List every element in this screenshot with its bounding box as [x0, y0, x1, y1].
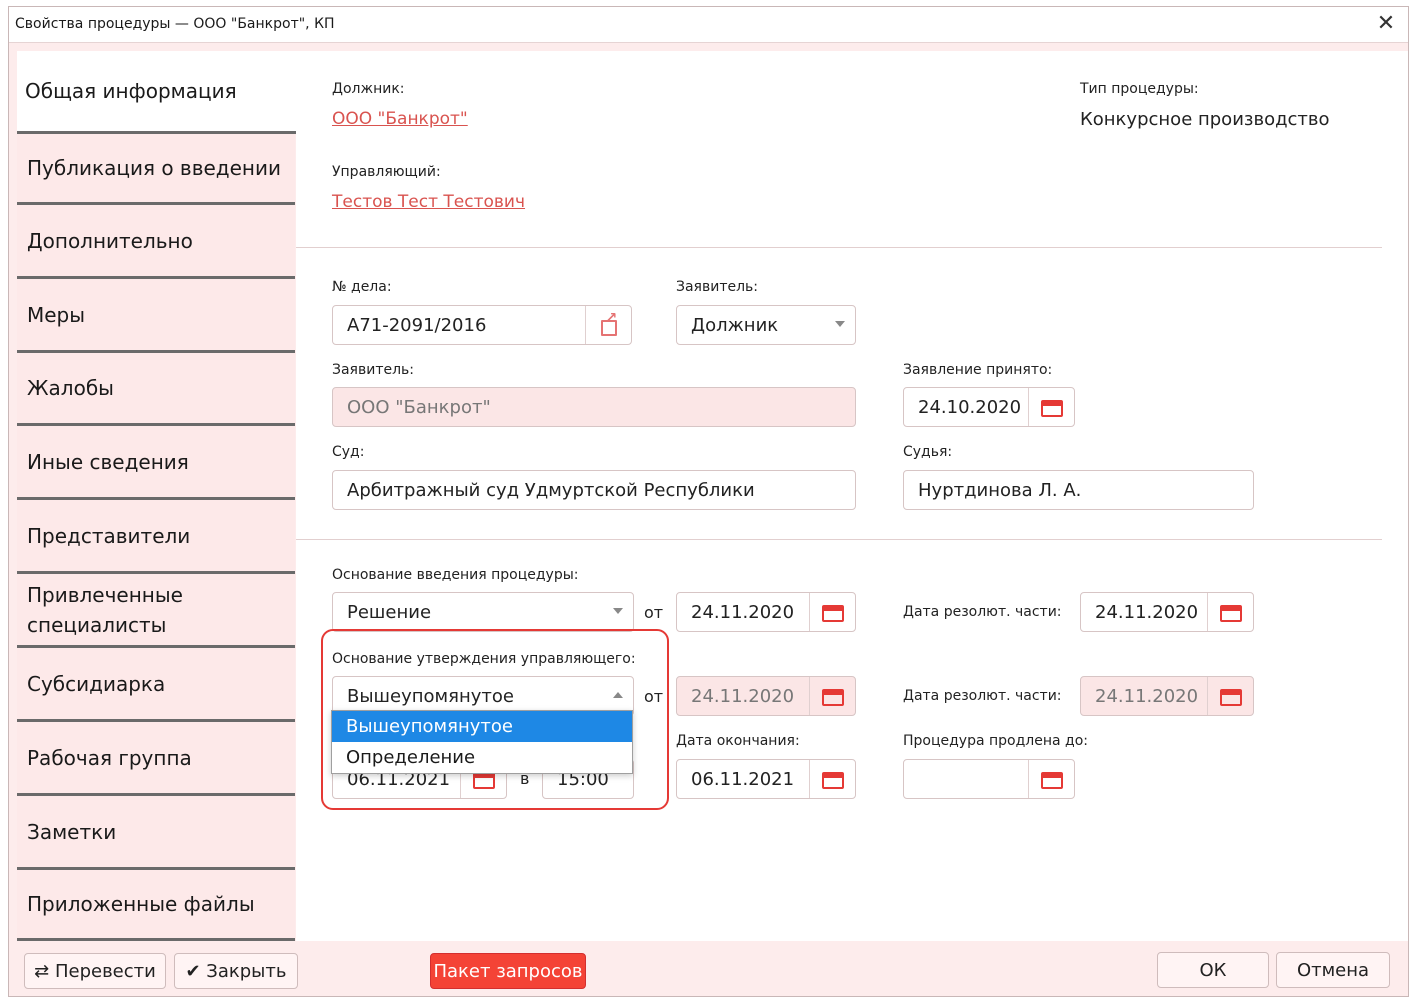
approval-date-field: 24.11.2020: [676, 676, 856, 716]
calendar-button[interactable]: [809, 760, 855, 798]
applicant-value: ООО "Банкрот": [347, 396, 491, 418]
approval-basis-dropdown: Вышеупомянутое Определение: [331, 710, 633, 774]
tab-label: Меры: [27, 302, 86, 327]
applicant-field: ООО "Банкрот": [332, 387, 856, 427]
intro-resol-date-value: 24.11.2020: [1095, 601, 1199, 623]
chevron-down-icon: [835, 321, 845, 327]
intro-basis-select[interactable]: Решение: [332, 592, 634, 632]
case-no-value: А71-2091/2016: [347, 314, 487, 336]
separator: [296, 247, 1382, 248]
tab-label: Публикация о введении: [27, 156, 282, 180]
end-date-label: Дата окончания:: [676, 733, 800, 749]
dropdown-option[interactable]: Определение: [332, 742, 632, 773]
intro-basis-value: Решение: [347, 601, 432, 623]
calendar-icon: [821, 769, 844, 789]
court-field[interactable]: Арбитражный суд Удмуртской Республики: [332, 470, 856, 510]
procedure-type-label: Тип процедуры:: [1080, 81, 1199, 97]
close-procedure-button[interactable]: ✔ Закрыть: [174, 953, 298, 989]
tab-label: Общая информация: [25, 79, 237, 103]
tab-label: Субсидиарка: [27, 671, 166, 696]
calendar-icon: [821, 686, 844, 706]
external-link-icon: [600, 310, 618, 336]
accepted-date-value: 24.10.2020: [918, 396, 1022, 418]
tab-label: Иные сведения: [27, 449, 189, 474]
end-date-field[interactable]: 06.11.2021: [676, 759, 856, 799]
calendar-button[interactable]: [1028, 388, 1074, 426]
tab-specialists[interactable]: Привлеченные специалисты: [17, 574, 295, 648]
tab-label: Представители: [27, 523, 191, 548]
judge-value: Нуртдинова Л. А.: [918, 479, 1082, 501]
intro-date-value: 24.11.2020: [691, 601, 795, 623]
tab-additional[interactable]: Дополнительно: [17, 205, 295, 279]
dropdown-option[interactable]: Вышеупомянутое: [332, 711, 632, 742]
intro-resol-date-field[interactable]: 24.11.2020: [1080, 592, 1254, 632]
tab-publication[interactable]: Публикация о введении: [17, 134, 295, 205]
calendar-button[interactable]: [809, 677, 855, 715]
cancel-button[interactable]: Отмена: [1276, 952, 1390, 988]
debtor-label: Должник:: [332, 81, 405, 97]
tab-attachments[interactable]: Приложенные файлы: [17, 870, 295, 941]
calendar-button[interactable]: [1207, 677, 1253, 715]
judge-label: Судья:: [903, 444, 953, 460]
tab-label: Привлеченные специалисты: [27, 582, 183, 637]
calendar-icon: [1219, 686, 1242, 706]
end-date-value: 06.11.2021: [691, 768, 795, 790]
calendar-button[interactable]: [809, 593, 855, 631]
calendar-button[interactable]: [1028, 760, 1074, 798]
dialog-window: Свойства процедуры — ООО "Банкрот", КП ✕…: [8, 6, 1409, 997]
accepted-label: Заявление принято:: [903, 362, 1053, 378]
title-bar: Свойства процедуры — ООО "Банкрот", КП ✕: [9, 7, 1408, 43]
calendar-button[interactable]: [1207, 593, 1253, 631]
separator: [296, 539, 1382, 540]
chevron-down-icon: [613, 608, 623, 614]
manager-label: Управляющий:: [332, 164, 441, 180]
transfer-button[interactable]: ⇄ Перевести: [24, 953, 166, 989]
tab-other-info[interactable]: Иные сведения: [17, 426, 295, 500]
tab-subsidiary[interactable]: Субсидиарка: [17, 648, 295, 722]
tab-representatives[interactable]: Представители: [17, 500, 295, 574]
court-label: Суд:: [332, 444, 365, 460]
tab-label: Заметки: [27, 819, 117, 844]
close-icon[interactable]: ✕: [1372, 11, 1400, 39]
from-label: от: [644, 603, 664, 622]
tab-label: Рабочая группа: [27, 745, 192, 770]
case-no-field[interactable]: А71-2091/2016: [332, 305, 632, 345]
approval-resol-date-field: 24.11.2020: [1080, 676, 1254, 716]
open-case-button[interactable]: [585, 306, 631, 344]
tab-measures[interactable]: Меры: [17, 279, 295, 353]
applicant-type-value: Должник: [691, 314, 779, 336]
tab-workgroup[interactable]: Рабочая группа: [17, 722, 295, 796]
court-value: Арбитражный суд Удмуртской Республики: [347, 479, 755, 501]
calendar-icon: [1040, 397, 1063, 417]
tab-general[interactable]: Общая информация: [17, 51, 297, 134]
tab-label: Приложенные файлы: [27, 892, 255, 916]
intro-basis-label: Основание введения процедуры:: [332, 567, 579, 583]
window-title: Свойства процедуры — ООО "Банкрот", КП: [15, 16, 335, 32]
tab-complaints[interactable]: Жалобы: [17, 353, 295, 426]
tab-notes[interactable]: Заметки: [17, 796, 295, 870]
case-no-label: № дела:: [332, 279, 392, 295]
batch-requests-button[interactable]: Пакет запросов: [430, 953, 586, 989]
manager-link[interactable]: Тестов Тест Тестович: [332, 192, 525, 212]
approval-resol-date-value: 24.11.2020: [1095, 685, 1199, 707]
debtor-link[interactable]: ООО "Банкрот": [332, 109, 468, 129]
judge-field[interactable]: Нуртдинова Л. А.: [903, 470, 1254, 510]
applicant-type-select[interactable]: Должник: [676, 305, 856, 345]
accepted-date-field[interactable]: 24.10.2020: [903, 387, 1075, 427]
calendar-icon: [1040, 769, 1063, 789]
applicant-label: Заявитель:: [332, 362, 415, 378]
extended-label: Процедура продлена до:: [903, 733, 1088, 749]
tab-label: Жалобы: [27, 376, 114, 400]
intro-date-field[interactable]: 24.11.2020: [676, 592, 856, 632]
calendar-icon: [821, 602, 844, 622]
ok-button[interactable]: ОК: [1157, 952, 1269, 988]
approval-resol-label: Дата резолют. части:: [903, 688, 1062, 704]
calendar-icon: [1219, 602, 1242, 622]
intro-resol-label: Дата резолют. части:: [903, 604, 1062, 620]
extended-date-field[interactable]: [903, 759, 1075, 799]
tab-label: Дополнительно: [27, 228, 193, 253]
applicant-type-label: Заявитель:: [676, 279, 759, 295]
approval-date-value: 24.11.2020: [691, 685, 795, 707]
procedure-type-value: Конкурсное производство: [1080, 109, 1330, 130]
